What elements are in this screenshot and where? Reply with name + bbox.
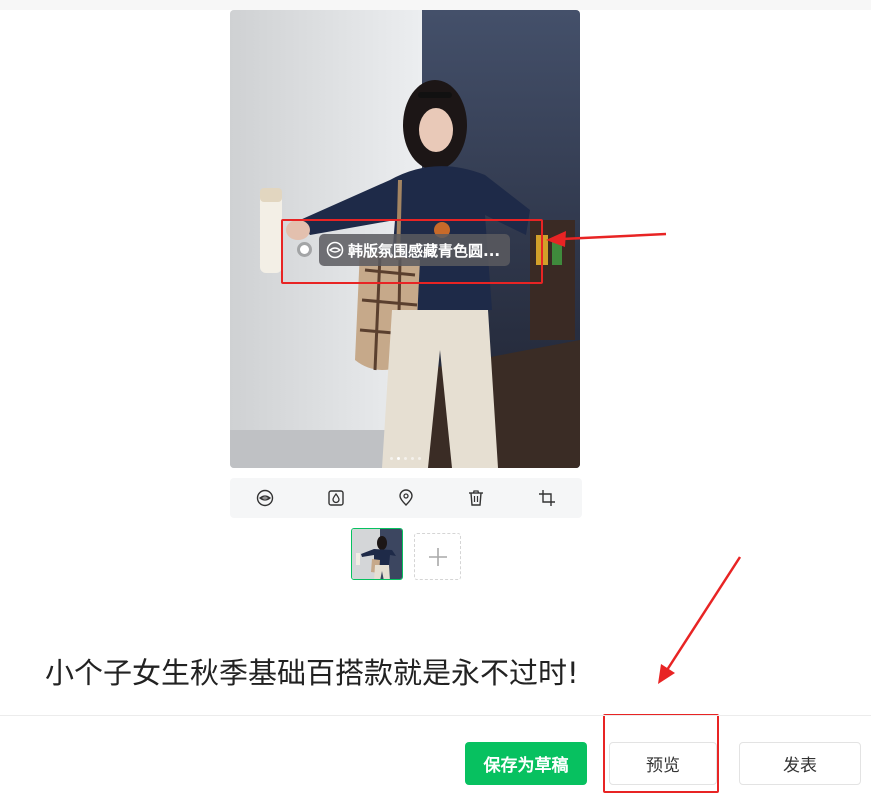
delete-tool-button[interactable] bbox=[460, 482, 492, 514]
image-toolbar bbox=[230, 478, 582, 518]
pager-dot bbox=[417, 457, 421, 460]
product-tag[interactable]: 韩版氛围感藏青色圆... bbox=[319, 234, 511, 266]
footer-divider bbox=[0, 715, 871, 716]
main-photo[interactable]: 韩版氛围感藏青色圆... bbox=[230, 10, 580, 468]
thumbnail-image bbox=[352, 529, 402, 579]
trash-icon bbox=[469, 490, 484, 506]
add-image-button[interactable] bbox=[414, 533, 461, 580]
publish-button[interactable]: 发表 bbox=[739, 742, 861, 785]
lips-tag-icon bbox=[256, 489, 274, 507]
image-thumbnail-selected[interactable] bbox=[351, 528, 403, 580]
preview-button[interactable]: 预览 bbox=[609, 742, 717, 785]
tag-anchor-dot[interactable] bbox=[300, 245, 309, 254]
map-pin-icon bbox=[399, 489, 413, 506]
product-tag-label: 韩版氛围感藏青色圆... bbox=[348, 241, 501, 260]
save-draft-button[interactable]: 保存为草稿 bbox=[465, 742, 587, 785]
location-tool-button[interactable] bbox=[390, 482, 422, 514]
crop-tool-button[interactable] bbox=[531, 482, 563, 514]
pager-dot-active bbox=[396, 457, 400, 460]
post-title[interactable]: 小个子女生秋季基础百搭款就是永不过时! bbox=[45, 650, 579, 692]
droplet-icon bbox=[327, 490, 344, 506]
product-tag-tool-button[interactable] bbox=[249, 482, 281, 514]
photo-pager bbox=[230, 457, 580, 460]
pager-dot bbox=[403, 457, 407, 460]
plus-icon bbox=[428, 547, 447, 566]
product-tag-icon bbox=[326, 241, 344, 259]
crop-icon bbox=[538, 490, 555, 506]
pager-dot bbox=[410, 457, 414, 460]
pager-dot bbox=[389, 457, 393, 460]
filter-tool-button[interactable] bbox=[320, 482, 352, 514]
top-bar bbox=[0, 0, 871, 10]
